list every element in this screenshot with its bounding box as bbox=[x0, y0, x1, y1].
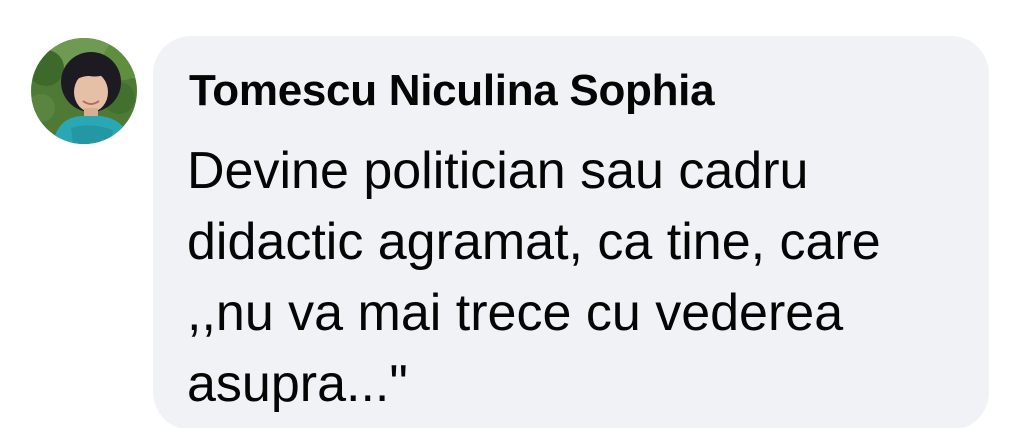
profile-photo-icon bbox=[31, 38, 137, 144]
avatar[interactable] bbox=[31, 38, 137, 144]
comment-text: Devine politician sau cadru didactic agr… bbox=[187, 142, 881, 413]
comment-author-name[interactable]: Tomescu Niculina Sophia bbox=[189, 65, 715, 117]
comment-thread: Tomescu Niculina Sophia Devine politicia… bbox=[0, 0, 1024, 428]
comment-bubble: Tomescu Niculina Sophia Devine politicia… bbox=[153, 36, 989, 428]
